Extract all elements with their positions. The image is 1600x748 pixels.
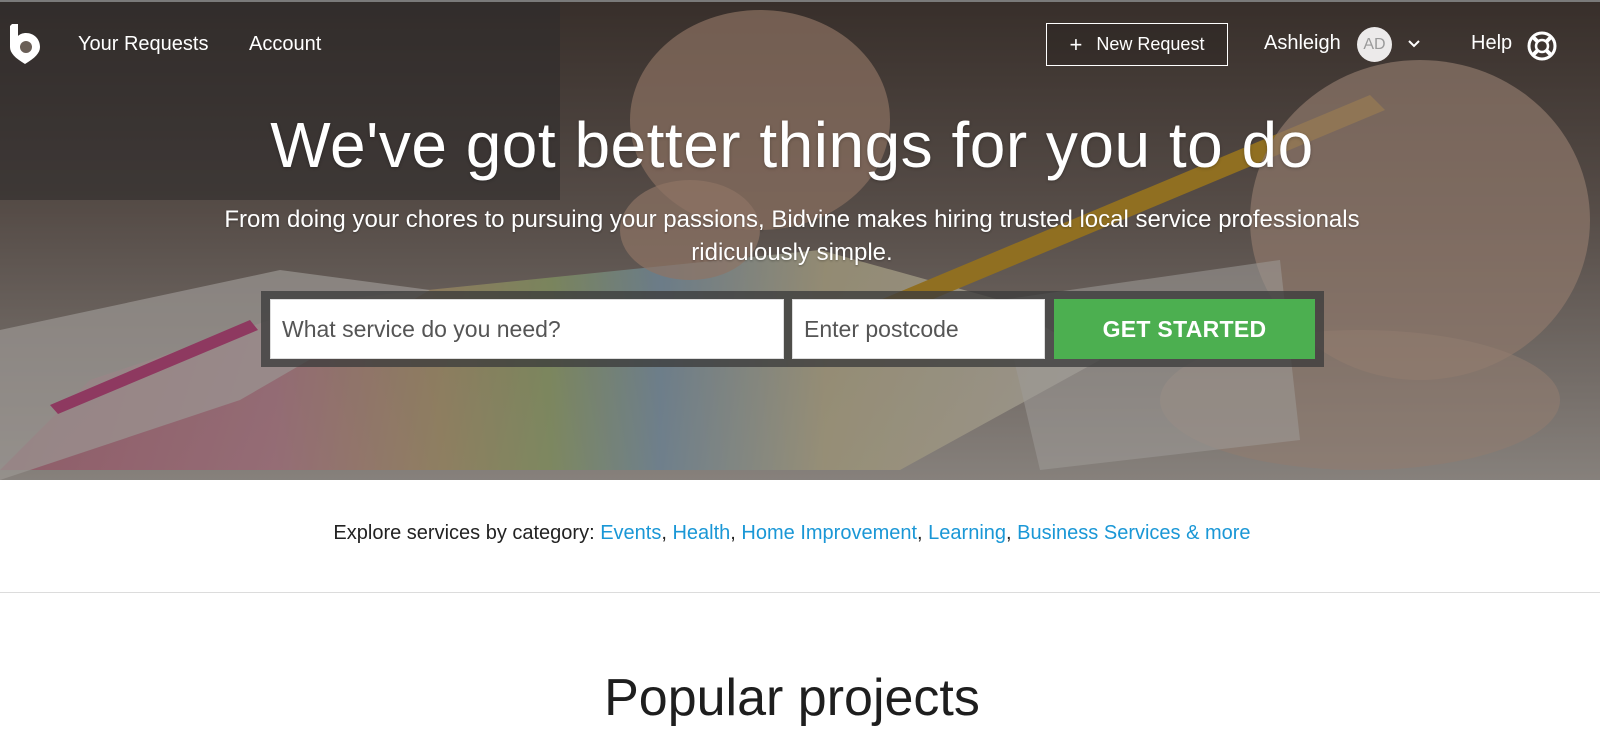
page-scrollbar[interactable] — [1584, 0, 1600, 748]
new-request-label: New Request — [1096, 34, 1205, 54]
service-search-input[interactable] — [270, 299, 784, 359]
hero-headline: We've got better things for you to do — [270, 109, 1314, 181]
category-link-learning[interactable]: Learning — [928, 522, 1006, 544]
hero-subheadline: From doing your chores to pursuing your … — [224, 206, 1360, 266]
chevron-down-icon[interactable] — [1406, 36, 1422, 52]
category-link-health[interactable]: Health — [672, 522, 730, 544]
lifebuoy-icon[interactable] — [1527, 31, 1557, 61]
category-explorer: Explore services by category: Events, He… — [333, 522, 1251, 544]
nav-account[interactable]: Account — [249, 33, 321, 56]
hero-section: Your Requests Account + New Request Ashl… — [0, 0, 1600, 480]
help-link[interactable]: Help — [1471, 32, 1512, 55]
category-link-events[interactable]: Events — [600, 522, 661, 544]
plus-icon: + — [1069, 31, 1083, 57]
category-prefix: Explore services by category: — [333, 522, 601, 544]
section-divider — [0, 592, 1600, 593]
popular-projects-title: Popular projects — [604, 669, 980, 727]
nav-your-requests[interactable]: Your Requests — [78, 33, 208, 56]
category-link-home-improvement[interactable]: Home Improvement — [741, 522, 917, 544]
get-started-button[interactable]: GET STARTED — [1054, 299, 1315, 359]
bidvine-logo-icon[interactable] — [9, 22, 41, 64]
top-border — [0, 0, 1600, 2]
search-bar: GET STARTED — [261, 291, 1324, 367]
new-request-button[interactable]: + New Request — [1046, 23, 1228, 66]
user-name[interactable]: Ashleigh — [1264, 32, 1341, 55]
postcode-input[interactable] — [792, 299, 1045, 359]
category-link-business-services[interactable]: Business Services & more — [1017, 522, 1250, 544]
avatar[interactable]: AD — [1357, 27, 1392, 62]
